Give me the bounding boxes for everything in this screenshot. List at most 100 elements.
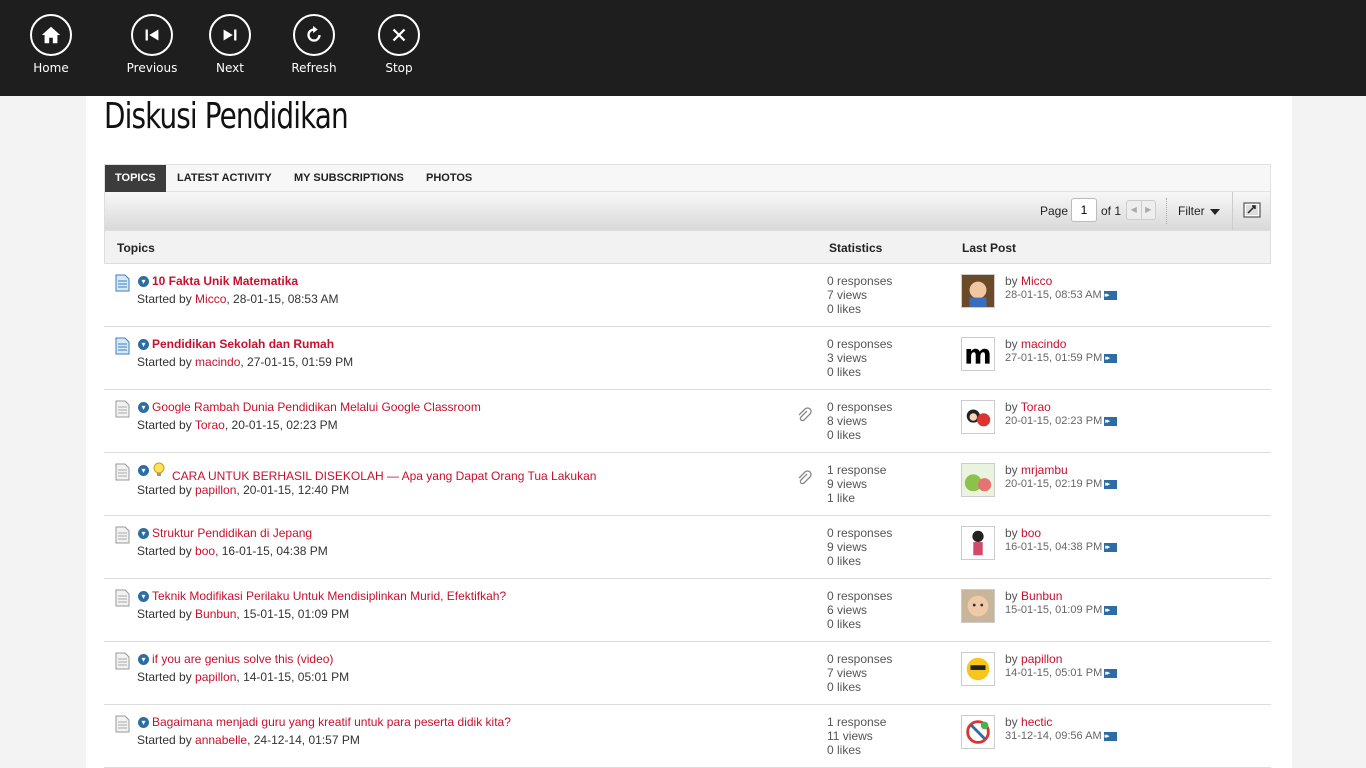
responses-count: 0 responses: [827, 400, 893, 414]
jump-to-post-icon[interactable]: [1104, 604, 1118, 618]
last-post-date: 27-01-15, 01:59 PM: [1005, 352, 1103, 364]
tab-my-subscriptions[interactable]: MY SUBSCRIPTIONS: [284, 165, 414, 192]
started-by: Started by annabelle, 24-12-14, 01:57 PM: [137, 733, 360, 747]
last-post-user-link[interactable]: hectic: [1021, 715, 1052, 729]
prev-page-icon[interactable]: ◀: [1127, 201, 1141, 219]
avatar[interactable]: [961, 274, 995, 308]
go-first-unread-icon[interactable]: ▾: [138, 654, 149, 665]
last-post-user-link[interactable]: mrjambu: [1021, 463, 1068, 477]
last-post-user-link[interactable]: Torao: [1021, 400, 1051, 414]
avatar[interactable]: [961, 589, 995, 623]
document-icon: [113, 652, 131, 670]
author-link[interactable]: Torao: [195, 418, 225, 432]
go-first-unread-icon[interactable]: ▾: [138, 465, 149, 476]
likes-count: 0 likes: [827, 554, 862, 568]
avatar[interactable]: m: [961, 337, 995, 371]
stop-button[interactable]: Stop: [359, 14, 439, 75]
next-page-icon[interactable]: ▶: [1140, 201, 1156, 219]
jump-to-post-icon[interactable]: [1104, 478, 1118, 492]
col-statistics[interactable]: Statistics: [829, 241, 882, 255]
jump-to-post-icon[interactable]: [1103, 289, 1117, 303]
col-topics[interactable]: Topics: [117, 241, 155, 255]
author-link[interactable]: papillon: [195, 670, 236, 684]
go-first-unread-icon[interactable]: ▾: [138, 276, 149, 287]
likes-count: 0 likes: [827, 302, 862, 316]
last-post-user-link[interactable]: Micco: [1021, 274, 1052, 288]
topic-title-link[interactable]: Struktur Pendidikan di Jepang: [152, 526, 312, 540]
topic-row[interactable]: ▾ CARA UNTUK BERHASIL DISEKOLAH — Apa yan…: [104, 453, 1271, 516]
last-post: by macindo 27-01-15, 01:59 PM: [1005, 337, 1118, 366]
avatar[interactable]: [961, 715, 995, 749]
last-post-by: by: [1005, 526, 1022, 540]
avatar[interactable]: [961, 652, 995, 686]
topic-row[interactable]: ▾ Bagaimana menjadi guru yang kreatif unt…: [104, 705, 1271, 768]
jump-to-post-icon[interactable]: [1103, 730, 1117, 744]
jump-to-post-icon[interactable]: [1104, 667, 1118, 681]
tab-topics[interactable]: TOPICS: [105, 165, 166, 192]
refresh-button[interactable]: Refresh: [274, 14, 354, 75]
go-first-unread-icon[interactable]: ▾: [138, 339, 149, 350]
jump-to-post-icon[interactable]: [1104, 352, 1118, 366]
page-nav: ◀ ▶: [1126, 200, 1156, 220]
author-link[interactable]: macindo: [195, 355, 240, 369]
tab-latest-activity[interactable]: LATEST ACTIVITY: [167, 165, 282, 192]
last-post-user-link[interactable]: macindo: [1021, 337, 1066, 351]
last-post: by Micco 28-01-15, 08:53 AM: [1005, 274, 1117, 303]
author-link[interactable]: annabelle: [195, 733, 247, 747]
author-link[interactable]: Micco: [195, 292, 226, 306]
topic-title-link[interactable]: Google Rambah Dunia Pendidikan Melalui G…: [152, 400, 481, 414]
topic-title-link[interactable]: CARA UNTUK BERHASIL DISEKOLAH — Apa yang…: [172, 469, 596, 483]
topic-title-link[interactable]: Teknik Modifikasi Perilaku Untuk Mendisi…: [152, 589, 506, 603]
views-count: 11 views: [827, 729, 873, 743]
page-number-input[interactable]: 1: [1071, 198, 1097, 222]
refresh-label: Refresh: [291, 61, 337, 75]
jump-to-post-icon[interactable]: [1104, 541, 1118, 555]
started-date: , 20-01-15, 12:40 PM: [236, 483, 350, 497]
topic-row[interactable]: ▾ Teknik Modifikasi Perilaku Untuk Mendis…: [104, 579, 1271, 642]
next-button[interactable]: Next: [190, 14, 270, 75]
col-last-post[interactable]: Last Post: [962, 241, 1016, 255]
author-link[interactable]: Bunbun: [195, 607, 236, 621]
topic-row[interactable]: ▾ Google Rambah Dunia Pendidikan Melalui …: [104, 390, 1271, 453]
topic-row[interactable]: ▾ Struktur Pendidikan di Jepang Started by…: [104, 516, 1271, 579]
home-button[interactable]: Home: [11, 14, 91, 75]
topic-title-link[interactable]: 10 Fakta Unik Matematika: [152, 274, 298, 288]
avatar[interactable]: [961, 400, 995, 434]
document-icon: [113, 463, 131, 481]
topic-title-link[interactable]: Pendidikan Sekolah dan Rumah: [152, 337, 334, 351]
last-post-user-link[interactable]: papillon: [1021, 652, 1062, 666]
topic-statistics: 0 responses 9 views 0 likes: [827, 526, 892, 568]
tab-photos[interactable]: PHOTOS: [416, 165, 482, 192]
topic-row[interactable]: ▾ 10 Fakta Unik Matematika Started by Micc…: [104, 264, 1271, 327]
filter-button[interactable]: Filter: [1178, 204, 1220, 218]
topic-title-link[interactable]: if you are genius solve this (video): [152, 652, 333, 666]
topic-statistics: 1 response 11 views 0 likes: [827, 715, 886, 757]
page-title: Diskusi Pendidikan: [104, 96, 349, 137]
go-first-unread-icon[interactable]: ▾: [138, 591, 149, 602]
started-by-prefix: Started by: [137, 483, 196, 497]
last-post-user-link[interactable]: Bunbun: [1021, 589, 1062, 603]
go-first-unread-icon[interactable]: ▾: [138, 402, 149, 413]
topic-row[interactable]: ▾ if you are genius solve this (video) Sta…: [104, 642, 1271, 705]
last-post-user-link[interactable]: boo: [1021, 526, 1041, 540]
started-by-prefix: Started by: [137, 355, 196, 369]
topic-title-link[interactable]: Bagaimana menjadi guru yang kreatif untu…: [152, 715, 511, 729]
author-link[interactable]: boo: [195, 544, 215, 558]
previous-button[interactable]: Previous: [112, 14, 192, 75]
started-date: , 20-01-15, 02:23 PM: [224, 418, 338, 432]
page-of-label: of 1: [1101, 204, 1122, 218]
expand-icon[interactable]: [1243, 202, 1261, 218]
avatar[interactable]: [961, 526, 995, 560]
jump-to-post-icon[interactable]: [1104, 415, 1118, 429]
document-icon: [113, 589, 131, 607]
likes-count: 0 likes: [827, 428, 862, 442]
topic-row[interactable]: ▾ Pendidikan Sekolah dan Rumah Started by …: [104, 327, 1271, 390]
responses-count: 0 responses: [827, 274, 893, 288]
go-first-unread-icon[interactable]: ▾: [138, 528, 149, 539]
author-link[interactable]: papillon: [195, 483, 236, 497]
go-first-unread-icon[interactable]: ▾: [138, 717, 149, 728]
views-count: 8 views: [827, 414, 868, 428]
avatar[interactable]: [961, 463, 995, 497]
refresh-icon: [293, 14, 335, 56]
last-post: by Torao 20-01-15, 02:23 PM: [1005, 400, 1118, 429]
